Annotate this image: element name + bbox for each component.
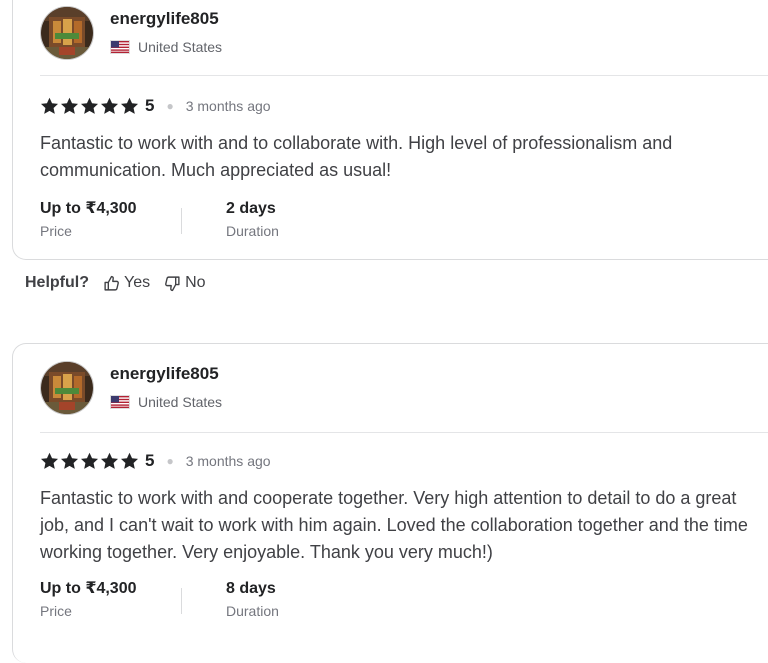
review-time: 3 months ago (185, 453, 271, 469)
rating-row: 5 ● 3 months ago (40, 96, 271, 116)
helpful-yes-button[interactable]: Yes (103, 274, 150, 292)
divider (40, 75, 768, 76)
review-time: 3 months ago (185, 98, 271, 114)
review-card: energylife805 United States 5 ● 3 months… (12, 343, 768, 663)
no-label: No (185, 274, 206, 291)
yes-label: Yes (124, 274, 151, 291)
thumbs-up-icon (104, 275, 119, 291)
avatar[interactable] (40, 6, 94, 60)
reviewer-country: United States (110, 394, 222, 410)
rating-value: 5 (145, 96, 155, 115)
duration-label: Duration (226, 223, 279, 239)
price-value: Up to ₹4,300 (40, 200, 137, 217)
helpful-row: Helpful? Yes No (25, 274, 206, 292)
helpful-no-button[interactable]: No (164, 274, 206, 292)
star-icon (60, 452, 79, 469)
star-icon (80, 452, 99, 469)
duration-value: 8 days (226, 580, 276, 597)
thumbs-down-icon (165, 275, 180, 291)
star-icon (80, 97, 99, 114)
reviewer-country: United States (110, 39, 222, 55)
duration-value: 2 days (226, 200, 276, 217)
price-value: Up to ₹4,300 (40, 580, 137, 597)
duration-label: Duration (226, 603, 279, 619)
price-block: Up to ₹4,300 Price (40, 580, 181, 619)
price-block: Up to ₹4,300 Price (40, 200, 181, 239)
meta-divider (181, 208, 182, 234)
us-flag-icon (110, 40, 130, 54)
us-flag-icon (110, 395, 130, 409)
review-card: energylife805 United States 5 ● 3 months… (12, 0, 768, 260)
review-text: Fantastic to work with and to collaborat… (40, 133, 673, 180)
divider (40, 432, 768, 433)
star-rating (40, 452, 139, 470)
reviewer-username[interactable]: energylife805 (110, 364, 219, 384)
helpful-label: Helpful? (25, 274, 89, 291)
separator-dot: ● (166, 99, 174, 113)
star-icon (40, 452, 59, 469)
rating-value: 5 (145, 451, 155, 470)
star-icon (120, 452, 139, 469)
review-meta: Up to ₹4,300 Price 2 days Duration (40, 200, 279, 239)
star-icon (100, 97, 119, 114)
review-meta: Up to ₹4,300 Price 8 days Duration (40, 580, 279, 619)
country-label: United States (138, 394, 223, 410)
reviewer-username[interactable]: energylife805 (110, 9, 219, 29)
duration-block: 8 days Duration (226, 580, 279, 619)
country-label: United States (138, 39, 223, 55)
price-label: Price (40, 603, 72, 619)
meta-divider (181, 588, 182, 614)
star-icon (100, 452, 119, 469)
review-text: Fantastic to work with and cooperate tog… (40, 488, 748, 562)
star-icon (40, 97, 59, 114)
star-icon (60, 97, 79, 114)
duration-block: 2 days Duration (226, 200, 279, 239)
rating-row: 5 ● 3 months ago (40, 451, 271, 471)
avatar[interactable] (40, 361, 94, 415)
star-icon (120, 97, 139, 114)
star-rating (40, 97, 139, 115)
price-label: Price (40, 223, 72, 239)
separator-dot: ● (166, 454, 174, 468)
